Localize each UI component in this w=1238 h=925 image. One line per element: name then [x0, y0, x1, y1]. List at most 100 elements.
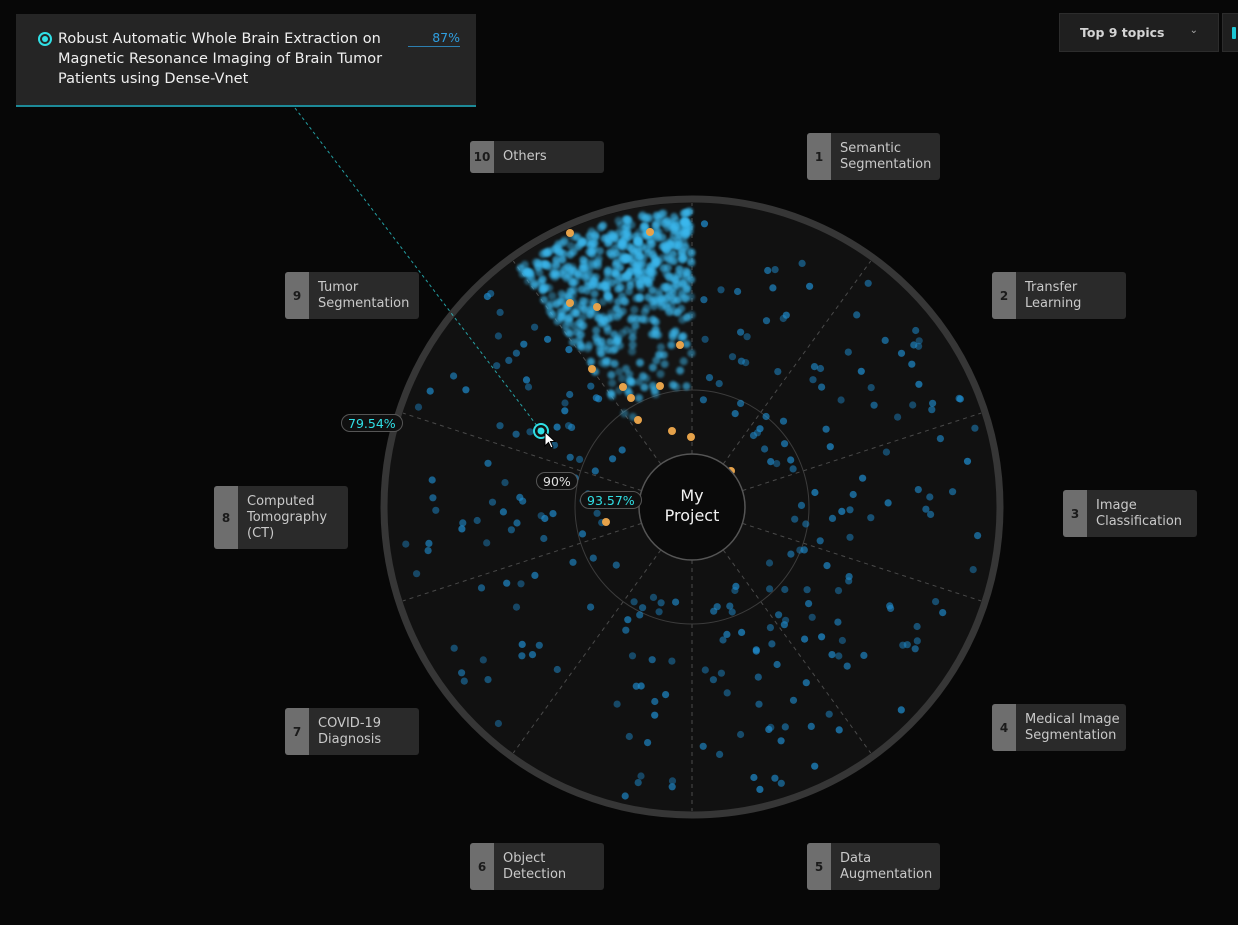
paper-point — [487, 290, 495, 298]
paper-point — [640, 307, 649, 316]
paper-point — [903, 641, 911, 649]
paper-point — [634, 247, 643, 256]
selected-paper-icon — [38, 32, 52, 46]
paper-point — [566, 250, 575, 259]
paper-point — [737, 357, 746, 365]
paper-point — [737, 730, 745, 739]
paper-point — [897, 349, 906, 357]
paper-point — [752, 647, 760, 655]
topic-label-object-detection[interactable]: 6 Object Detection — [470, 843, 604, 890]
paper-point — [699, 742, 707, 750]
topic-label-tumor-segmentation[interactable]: 9 Tumor Segmentation — [285, 272, 419, 319]
paper-point — [651, 711, 659, 719]
topic-name: COVID-19 Diagnosis — [318, 715, 382, 747]
paper-point — [517, 580, 525, 588]
topic-label-image-classification[interactable]: 3 Image Classification — [1063, 490, 1197, 537]
paper-point — [547, 263, 556, 272]
topic-label-covid-19-diagnosis[interactable]: 7 COVID-19 Diagnosis — [285, 708, 419, 755]
center-label: My Project — [640, 486, 744, 526]
paper-point — [507, 526, 515, 534]
paper-point — [913, 622, 921, 631]
paper-point — [610, 359, 619, 368]
paper-point — [429, 494, 437, 502]
paper-point — [834, 618, 842, 626]
paper-point — [655, 608, 663, 616]
paper-point — [450, 372, 458, 380]
paper-point — [549, 509, 557, 518]
paper-point — [493, 362, 501, 370]
paper-point — [576, 455, 584, 463]
topic-number: 4 — [992, 704, 1016, 751]
paper-point — [628, 341, 637, 349]
paper-point — [798, 259, 806, 267]
paper-point — [668, 657, 676, 665]
paper-score-bar — [408, 46, 460, 47]
paper-point — [641, 315, 650, 324]
paper-point — [665, 255, 673, 264]
topic-label-computed-tomography[interactable]: 8 Computed Tomography (CT) — [214, 486, 348, 549]
paper-point — [622, 326, 631, 335]
paper-point — [636, 611, 644, 619]
topic-number: 7 — [285, 708, 309, 755]
paper-point — [621, 792, 629, 800]
topic-name: Object Detection — [503, 850, 567, 882]
paper-point — [554, 240, 563, 249]
paper-point — [501, 479, 509, 487]
topic-label-data-augmentation[interactable]: 5 Data Augmentation — [807, 843, 940, 890]
paper-point — [679, 357, 688, 366]
paper-point — [762, 317, 771, 325]
paper-point — [686, 256, 695, 265]
paper-point — [859, 474, 867, 482]
paper-point — [648, 363, 657, 372]
paper-point — [638, 275, 647, 284]
paper-point — [606, 337, 615, 346]
paper-point — [585, 248, 594, 257]
topic-label-others[interactable]: 10 Others — [470, 141, 604, 173]
paper-point — [774, 368, 782, 376]
paper-point — [512, 349, 521, 357]
paper-point — [669, 307, 678, 316]
paper-point — [781, 723, 789, 731]
paper-point — [614, 216, 623, 225]
topic-label-medical-image-segmentation[interactable]: 4 Medical Image Segmentation — [992, 704, 1126, 751]
paper-point — [672, 598, 680, 606]
paper-point — [846, 533, 854, 541]
paper-point — [681, 217, 689, 226]
own-paper-point — [668, 427, 676, 435]
paper-point — [548, 292, 557, 300]
paper-point — [717, 669, 726, 677]
paper-point — [596, 223, 605, 232]
paper-point — [771, 774, 779, 782]
paper-point — [726, 602, 734, 610]
paper-point — [499, 508, 507, 516]
paper-point — [628, 652, 637, 660]
side-panel-toggle[interactable] — [1222, 13, 1238, 52]
paper-point — [679, 238, 688, 247]
paper-point — [561, 399, 569, 407]
topic-name: Computed Tomography (CT) — [247, 493, 328, 541]
topic-number: 3 — [1063, 490, 1087, 537]
own-paper-point — [566, 299, 574, 307]
topic-label-transfer-learning[interactable]: 2 Transfer Learning — [992, 272, 1126, 319]
paper-point — [541, 248, 550, 257]
paper-point — [580, 306, 589, 315]
paper-point — [826, 443, 834, 451]
paper-point — [593, 509, 601, 517]
paper-point — [728, 353, 737, 361]
paper-point — [609, 455, 617, 463]
topic-label-semantic-segmentation[interactable]: 1 Semantic Segmentation — [807, 133, 940, 180]
paper-point — [867, 514, 875, 522]
paper-point — [700, 220, 709, 228]
paper-point — [635, 294, 644, 303]
paper-point — [773, 660, 781, 669]
paper-score: 87% — [432, 30, 460, 45]
topics-dropdown[interactable]: Top 9 topics ⌄ — [1059, 13, 1219, 52]
paper-point — [477, 584, 486, 592]
paper-point — [553, 665, 561, 674]
paper-point — [683, 268, 692, 277]
paper-point — [566, 453, 574, 461]
paper-point — [540, 295, 548, 304]
paper-point — [578, 530, 587, 538]
own-paper-point — [566, 229, 574, 237]
paper-point — [592, 394, 600, 402]
